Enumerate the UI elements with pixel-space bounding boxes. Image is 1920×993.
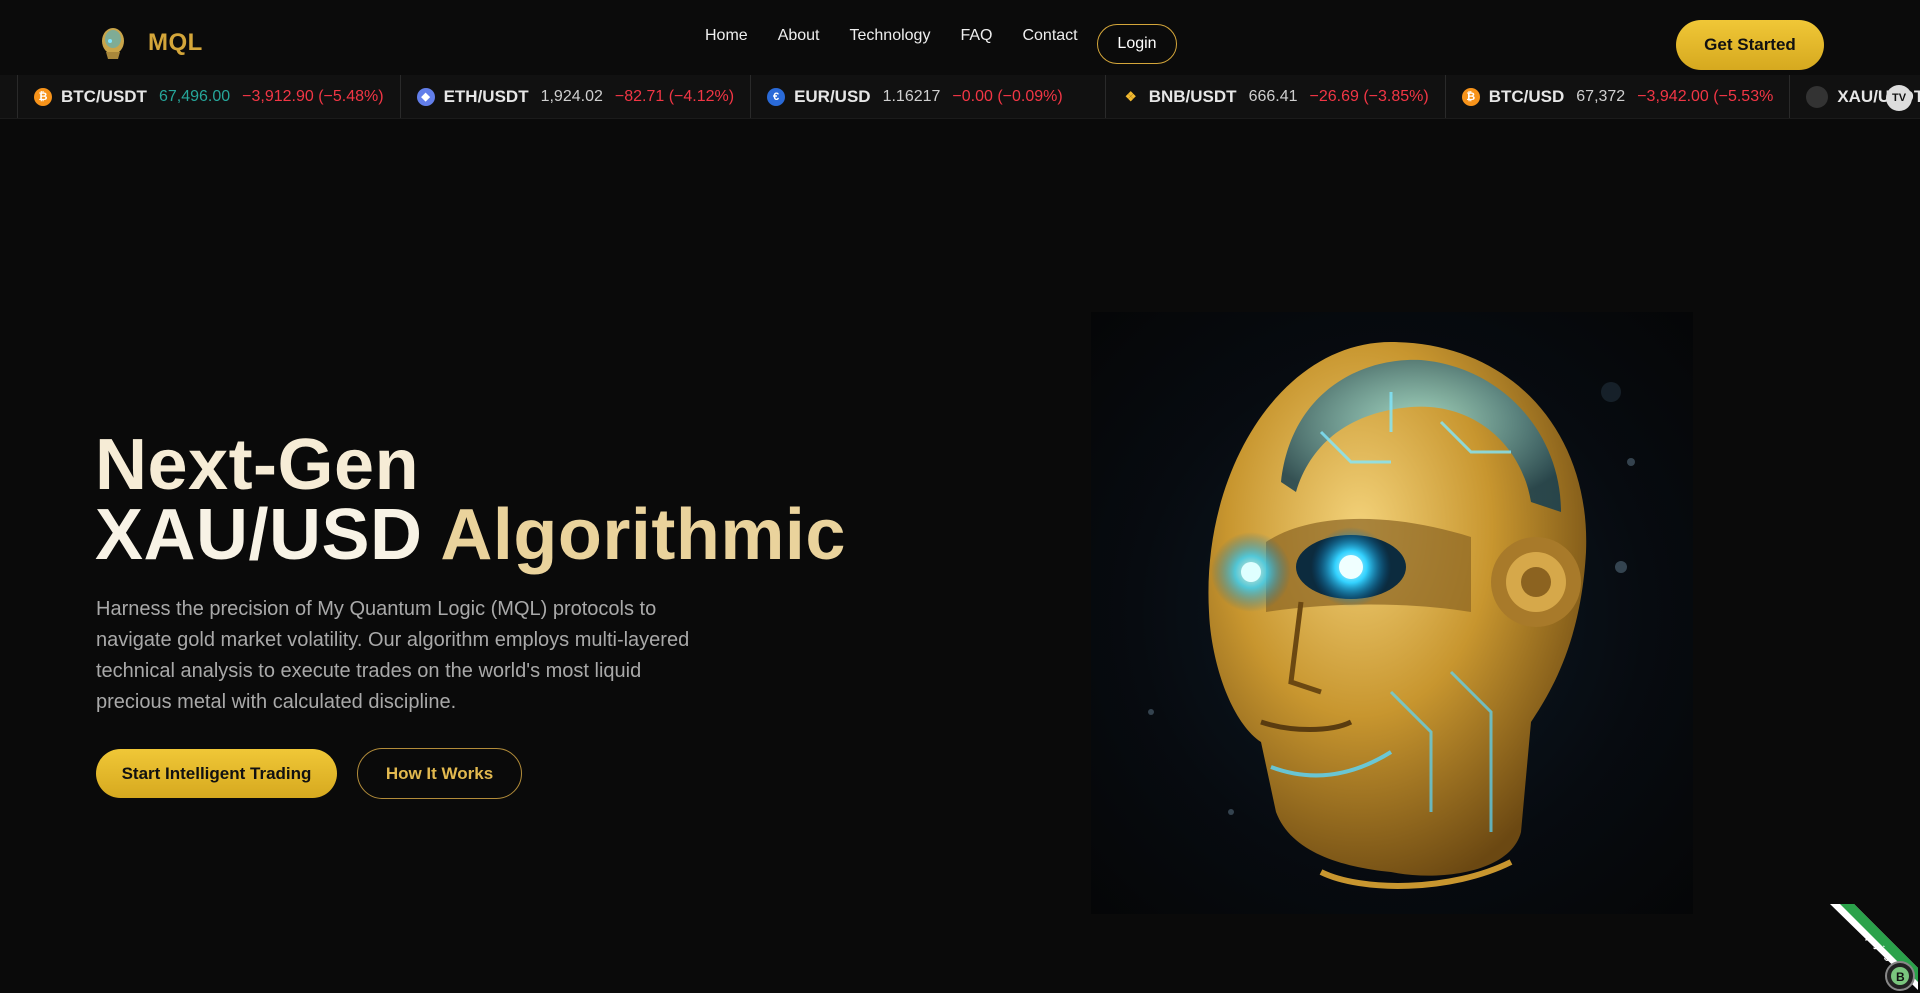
ticker-symbol: BTC/USDT <box>61 86 147 106</box>
ticker-price: 67,496.00 <box>158 87 231 105</box>
start-trading-button[interactable]: Start Intelligent Trading <box>96 749 337 798</box>
ethereum-icon: ◆ <box>416 87 435 106</box>
ticker-item[interactable]: ₿ BTC/USD 67,372 −3,942.00 (−5.53% <box>1444 75 1790 118</box>
bitcoin-icon: ₿ <box>1461 87 1480 106</box>
nav-faq[interactable]: FAQ <box>960 27 992 45</box>
ticker-item[interactable]: ◆ ETH/USDT 1,924.02 −82.71 (−4.12%) <box>399 75 750 118</box>
hero-title: Next-Gen XAU/USD Algorithmic <box>95 425 846 571</box>
badge-letter: B <box>1896 970 1905 984</box>
nav-technology[interactable]: Technology <box>850 27 931 45</box>
ticker-symbol: BNB/USDT <box>1148 86 1237 106</box>
paying-ribbon-badge[interactable]: paying B <box>1828 900 1920 993</box>
logo[interactable]: MQL <box>98 26 203 60</box>
tradingview-logo-icon[interactable]: TV <box>1886 85 1912 111</box>
gold-icon <box>1806 85 1829 108</box>
logo-text: MQL <box>148 29 203 56</box>
ticker-change: −3,912.90 (−5.48%) <box>242 87 384 105</box>
ticker-change: −26.69 (−3.85%) <box>1309 87 1429 105</box>
ticker-change: −3,942.00 (−5.53% <box>1637 87 1774 105</box>
ticker-price: 1,924.02 <box>540 87 603 105</box>
eurusd-flag-icon: € <box>767 87 786 106</box>
ticker-symbol: BTC/USD <box>1488 86 1565 106</box>
nav-contact[interactable]: Contact <box>1022 27 1077 45</box>
price-ticker: ₿ BTC/USDT 67,496.00 −3,912.90 (−5.48%) … <box>0 75 1920 119</box>
hero-title-line1: Next-Gen <box>95 425 420 505</box>
ticker-price: 1.16217 <box>882 87 941 105</box>
ticker-symbol: ETH/USDT <box>443 86 529 106</box>
ticker-price: 67,372 <box>1576 87 1626 105</box>
ticker-symbol: EUR/USD <box>794 86 871 106</box>
ticker-change: −0.00 (−0.09%) <box>952 87 1063 105</box>
ticker-item[interactable]: ₿ BTC/USDT 67,496.00 −3,912.90 (−5.48%) <box>17 75 400 118</box>
hero-title-algorithmic: Algorithmic <box>440 495 846 575</box>
nav-about[interactable]: About <box>778 27 820 45</box>
get-started-button[interactable]: Get Started <box>1676 20 1824 70</box>
bnb-icon: ❖ <box>1124 88 1137 104</box>
hero-title-xauusd: XAU/USD <box>95 495 441 575</box>
site-header: MQL Home About Technology FAQ Contact Lo… <box>0 0 1920 75</box>
how-it-works-button[interactable]: How It Works <box>357 748 522 799</box>
login-button[interactable]: Login <box>1097 24 1177 64</box>
robot-head-logo-icon <box>98 26 128 60</box>
nav-home[interactable]: Home <box>705 27 748 45</box>
page: MQL Home About Technology FAQ Contact Lo… <box>0 0 1920 993</box>
bitcoin-icon: ₿ <box>34 87 52 106</box>
main-nav: Home About Technology FAQ Contact <box>705 27 1078 45</box>
robot-head-illustration <box>1091 312 1693 914</box>
ticker-price: 666.41 <box>1248 87 1298 105</box>
hero-title-line2: XAU/USD Algorithmic <box>95 499 846 571</box>
hero-description: Harness the precision of My Quantum Logi… <box>96 598 690 713</box>
ticker-item[interactable]: ❖ BNB/USDT 666.41 −26.69 (−3.85%) <box>1104 75 1445 118</box>
ticker-change: −82.71 (−4.12%) <box>614 87 735 105</box>
ticker-item[interactable]: € EUR/USD 1.16217 −0.00 (−0.09%) <box>750 75 1105 118</box>
